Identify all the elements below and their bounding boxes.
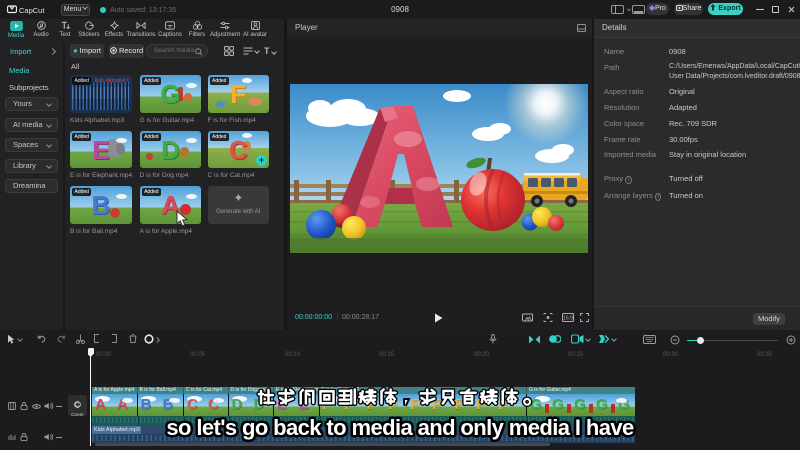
svg-text:16:9: 16:9: [563, 316, 573, 322]
